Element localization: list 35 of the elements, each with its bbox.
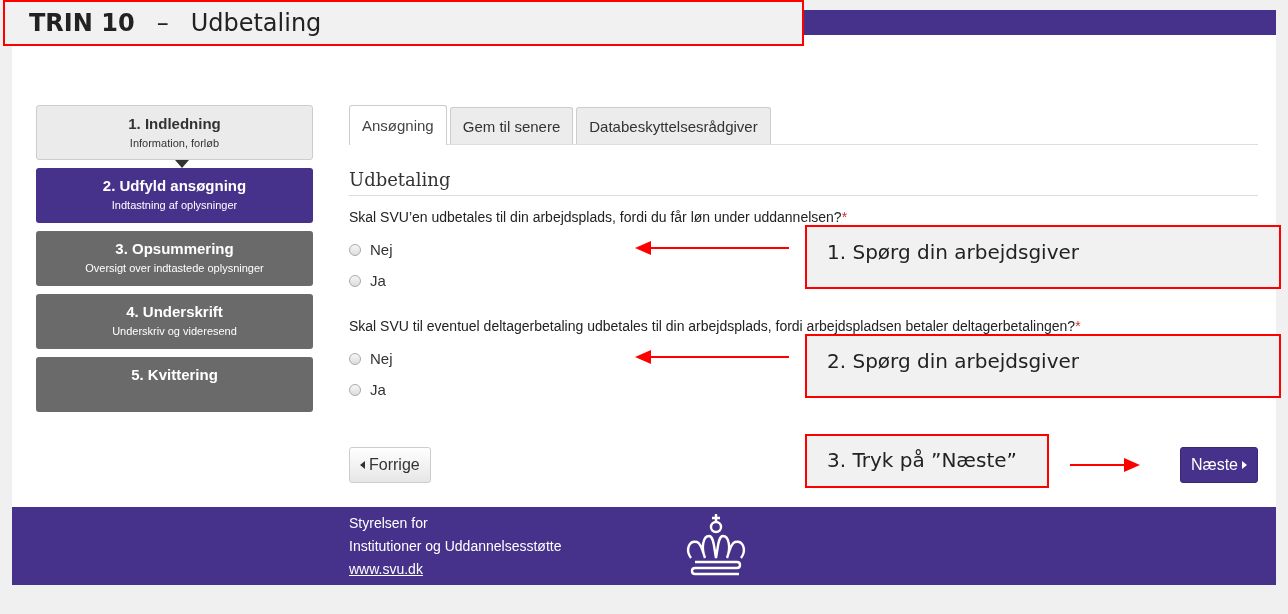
previous-button[interactable]: Forrige — [349, 447, 431, 483]
instruction-callout: 1. Spørg din arbejdsgiver — [805, 225, 1281, 289]
footer-text: Institutioner og Uddannelsesstøtte — [349, 536, 562, 556]
caret-icon — [1242, 461, 1247, 469]
website-link[interactable]: www.svu.dk — [349, 560, 423, 577]
title-dash: – — [156, 9, 169, 37]
next-button[interactable]: Næste — [1179, 447, 1258, 483]
question-text: Skal SVU’en udbetales til din arbejdsplads, fordi du får løn under uddannelsen?* — [349, 209, 849, 225]
option-label[interactable]: Nej — [370, 241, 393, 258]
tab[interactable]: Ansøgning — [349, 105, 447, 145]
option-label[interactable]: Nej — [370, 350, 393, 367]
arrow-icon — [635, 241, 789, 255]
option-label[interactable]: Ja — [370, 381, 386, 398]
step-item[interactable]: 5. Kvittering — [36, 357, 313, 412]
arrow-icon — [635, 350, 789, 364]
question-text: Skal SVU til eventuel deltagerbetaling udbetales til din arbejdsplads, fordi arbejdspladsen betaler deltagerbetalingen?* — [349, 318, 1082, 334]
caret-icon — [360, 461, 365, 469]
radio-button[interactable] — [349, 243, 361, 256]
arrow-icon — [1070, 458, 1140, 472]
step-item[interactable]: 3. Opsummering Oversigt over indtastede oplysninger — [36, 231, 313, 286]
radio-button[interactable] — [349, 352, 361, 365]
option-label[interactable]: Ja — [370, 272, 386, 289]
tab[interactable]: Databeskyttelsesrådgiver — [576, 107, 771, 144]
step-number: TRIN 10 — [29, 9, 135, 37]
tab[interactable]: Gem til senere — [449, 107, 574, 144]
section-heading: Udbetaling — [349, 169, 1258, 196]
instruction-callout: 2. Spørg din arbejdsgiver — [805, 334, 1281, 398]
step-item[interactable]: 2. Udfyld ansøgning Indtastning af oplysninger — [36, 168, 313, 223]
radio-button[interactable] — [349, 383, 361, 396]
instruction-callout: 3. Tryk på ”Næste” — [805, 434, 1049, 488]
footer-text: Styrelsen for — [349, 513, 429, 533]
step-title: Udbetaling — [190, 9, 322, 37]
pointer-icon — [175, 160, 189, 168]
step-item[interactable]: 4. Underskrift Underskriv og videresend — [36, 294, 313, 349]
radio-button[interactable] — [349, 274, 361, 287]
